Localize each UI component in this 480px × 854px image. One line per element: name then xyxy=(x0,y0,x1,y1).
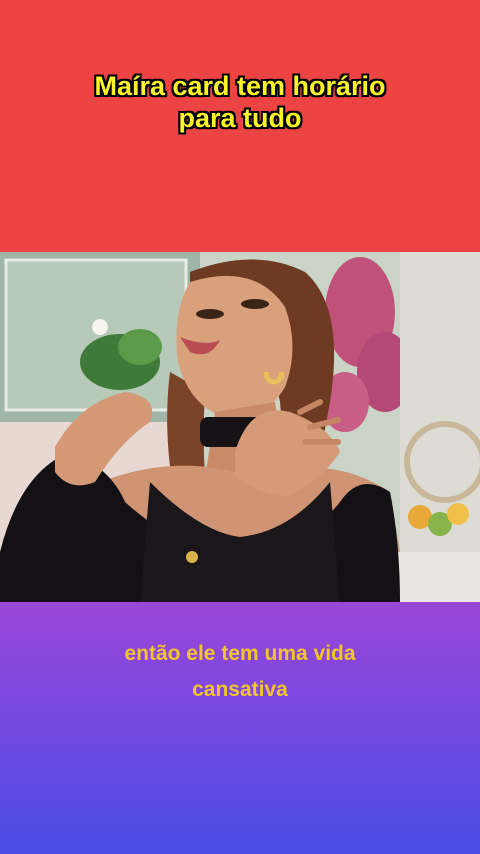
video-frame[interactable] xyxy=(0,252,480,602)
title-line-1: Maíra card tem horário xyxy=(94,71,386,101)
caption-line-1: então ele tem uma vida xyxy=(124,642,356,665)
video-frame-illustration xyxy=(0,252,480,602)
title-line-2: para tudo xyxy=(178,103,302,133)
caption-line-2: cansativa xyxy=(192,678,288,701)
video-title: Maíra card tem horário para tudo xyxy=(0,70,480,134)
subtitle-caption: então ele tem uma vida cansativa xyxy=(0,636,480,708)
